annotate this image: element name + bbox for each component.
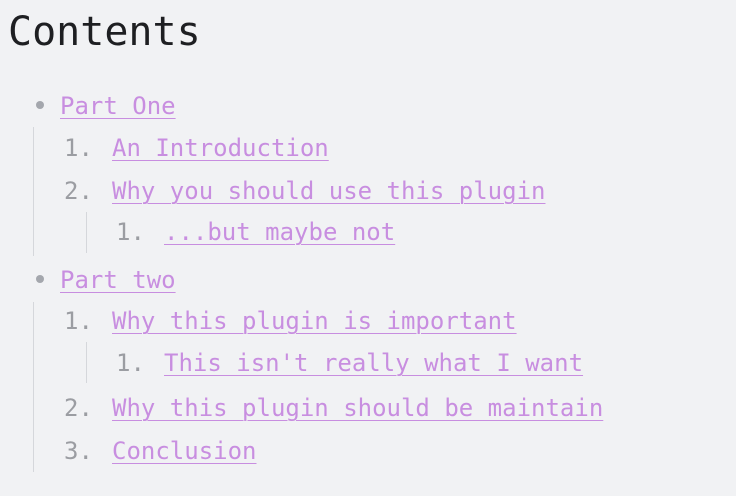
indent-guide (86, 342, 87, 383)
indent-guide (33, 127, 34, 256)
toc-link-but-maybe-not[interactable]: ...but maybe not (164, 216, 395, 248)
list-number: 1. (116, 218, 145, 246)
toc-link-why-use-plugin[interactable]: Why you should use this plugin (112, 175, 545, 207)
toc-link-why-important[interactable]: Why this plugin is important (112, 305, 517, 337)
toc-link-conclusion[interactable]: Conclusion (112, 435, 257, 467)
toc-link-part-one[interactable]: Part One (60, 90, 176, 122)
indent-guide (86, 212, 87, 253)
list-number: 1. (64, 134, 93, 162)
toc-link-not-what-i-want[interactable]: This isn't really what I want (164, 347, 583, 379)
list-number: 1. (116, 349, 145, 377)
list-number: 2. (64, 177, 93, 205)
list-number: 3. (64, 437, 93, 465)
indent-guide (33, 302, 34, 472)
list-number: 1. (64, 307, 93, 335)
toc-link-an-introduction[interactable]: An Introduction (112, 132, 329, 164)
bullet-icon (36, 101, 44, 109)
page-title: Contents (8, 9, 201, 55)
toc-link-part-two[interactable]: Part two (60, 264, 176, 296)
list-number: 2. (64, 394, 93, 422)
toc-link-should-be-maintain[interactable]: Why this plugin should be maintain (112, 392, 603, 424)
bullet-icon (36, 275, 44, 283)
